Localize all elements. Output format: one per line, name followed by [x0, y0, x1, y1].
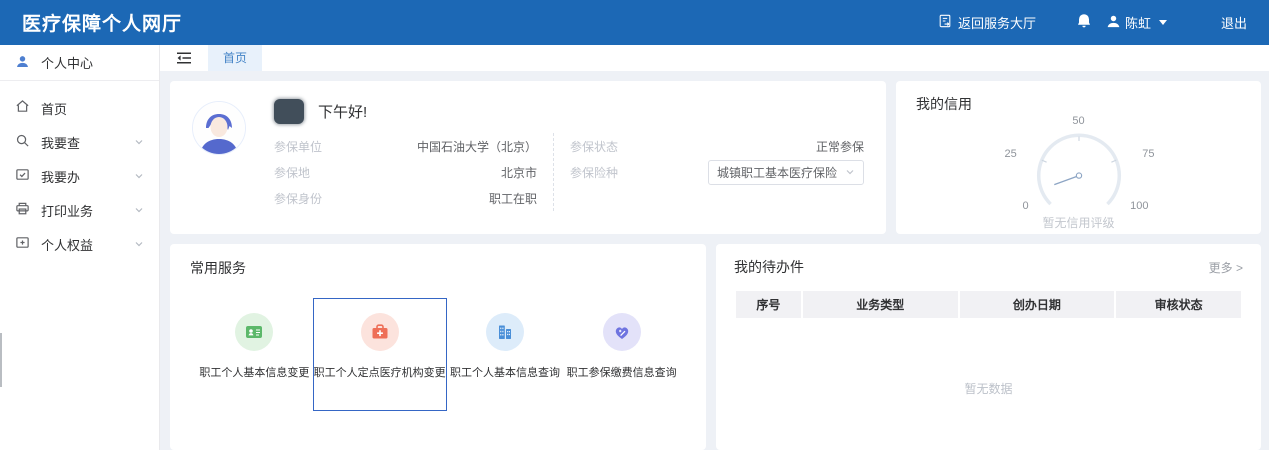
field-label: 参保地 [274, 164, 310, 181]
id-card-icon [235, 313, 273, 351]
select-value: 城镇职工基本医疗保险 [717, 164, 837, 181]
chevron-down-icon [134, 171, 144, 181]
service-label: 职工个人定点医疗机构变更 [314, 364, 446, 380]
person-icon [15, 54, 30, 72]
notifications-button[interactable] [1076, 13, 1092, 32]
todos-card: 我的待办件 更多 > 序号 业务类型 创办日期 审核状态 [716, 244, 1261, 450]
todos-table: 序号 业务类型 创办日期 审核状态 [734, 291, 1243, 318]
services-card: 常用服务 职工个人基本信息变更 职工个人定点医疗机构变更 [170, 244, 706, 450]
logout-label: 退出 [1221, 13, 1247, 32]
field-value: 北京市 [501, 164, 537, 181]
printer-icon [15, 201, 30, 219]
return-hall-label: 返回服务大厅 [958, 13, 1036, 32]
chevron-down-icon [134, 205, 144, 215]
field-insurance-type: 参保险种 城镇职工基本医疗保险 [570, 159, 864, 185]
field-value: 正常参保 [816, 138, 864, 155]
greeting-text: 下午好! [318, 101, 367, 122]
heart-check-icon [603, 313, 641, 351]
tab-home[interactable]: 首页 [208, 45, 262, 71]
sidebar-item-label: 打印业务 [41, 201, 93, 220]
service-label: 职工参保缴费信息查询 [567, 364, 677, 380]
username-redacted-blob [274, 99, 304, 124]
chevron-down-icon [134, 239, 144, 249]
collapse-sidebar-icon[interactable] [168, 45, 200, 71]
top-bar: 医疗保障个人网厅 返回服务大厅 陈虹 退出 [0, 0, 1269, 45]
services-title: 常用服务 [190, 258, 686, 278]
left-edge-scrollbar [0, 333, 2, 387]
service-item-basic-info-query[interactable]: 职工个人基本信息查询 [447, 298, 564, 411]
search-icon [15, 133, 30, 151]
sidebar-item-home[interactable]: 首页 [0, 91, 159, 125]
username: 陈虹 [1125, 13, 1151, 32]
field-insured-status: 参保状态 正常参保 [570, 133, 864, 159]
user-menu[interactable]: 陈虹 [1106, 13, 1167, 32]
sidebar-item-query[interactable]: 我要查 [0, 125, 159, 159]
folder-plus-icon [15, 235, 30, 253]
sidebar-item-label: 首页 [41, 99, 67, 118]
column-header-status: 审核状态 [1116, 291, 1241, 318]
sidebar-item-handle[interactable]: 我要办 [0, 159, 159, 193]
insurance-type-select[interactable]: 城镇职工基本医疗保险 [708, 160, 864, 185]
sidebar: 个人中心 首页 我要查 我要办 [0, 45, 160, 450]
field-label: 参保单位 [274, 138, 322, 155]
folder-check-icon [15, 167, 30, 185]
gauge-chart [979, 116, 1179, 208]
sidebar-item-print[interactable]: 打印业务 [0, 193, 159, 227]
field-insured-unit: 参保单位 中国石油大学（北京） [274, 133, 537, 159]
gauge-tick-25: 25 [1005, 148, 1017, 160]
chevron-down-icon [845, 167, 855, 177]
gauge-tick-100: 100 [1130, 200, 1148, 212]
service-item-basic-info-change[interactable]: 职工个人基本信息变更 [196, 298, 313, 411]
buildings-icon [486, 313, 524, 351]
field-insured-identity: 参保身份 职工在职 [274, 185, 537, 211]
column-header-no: 序号 [736, 291, 801, 318]
app-title: 医疗保障个人网厅 [22, 9, 182, 36]
sidebar-item-personal-center[interactable]: 个人中心 [0, 45, 159, 81]
credit-card: 我的信用 0 25 [896, 81, 1261, 234]
service-item-medical-org-change[interactable]: 职工个人定点医疗机构变更 [313, 298, 447, 411]
logout-button[interactable]: 退出 [1221, 13, 1247, 32]
service-item-payment-info-query[interactable]: 职工参保缴费信息查询 [563, 298, 680, 411]
credit-empty-text: 暂无信用评级 [916, 214, 1241, 231]
service-label: 职工个人基本信息变更 [199, 364, 309, 380]
profile-card: 下午好! 参保单位 中国石油大学（北京） 参保地 北京市 [170, 81, 886, 234]
column-header-type: 业务类型 [803, 291, 958, 318]
credit-title: 我的信用 [916, 94, 1241, 114]
field-label: 参保险种 [570, 164, 618, 181]
top-bar-right: 返回服务大厅 陈虹 退出 [938, 13, 1247, 32]
field-label: 参保身份 [274, 190, 322, 207]
todos-empty-text: 暂无数据 [734, 380, 1243, 397]
credit-gauge: 0 25 50 75 100 [979, 116, 1179, 208]
sidebar-item-rights[interactable]: 个人权益 [0, 227, 159, 261]
gauge-tick-0: 0 [1023, 200, 1029, 212]
sidebar-item-label: 我要查 [41, 133, 80, 152]
first-aid-kit-icon [361, 313, 399, 351]
chevron-down-icon [134, 137, 144, 147]
gauge-tick-50: 50 [1072, 115, 1084, 127]
field-label: 参保状态 [570, 138, 618, 155]
field-insured-place: 参保地 北京市 [274, 159, 537, 185]
sidebar-item-label: 个人权益 [41, 235, 93, 254]
document-exit-icon [938, 14, 952, 31]
todos-title: 我的待办件 [734, 257, 804, 277]
bell-icon [1076, 13, 1092, 32]
field-value: 职工在职 [489, 190, 537, 207]
home-icon [15, 99, 30, 117]
chevron-down-icon [1159, 20, 1167, 25]
return-hall-button[interactable]: 返回服务大厅 [938, 13, 1036, 32]
more-link[interactable]: 更多 > [1209, 259, 1243, 276]
sidebar-item-label: 我要办 [41, 167, 80, 186]
field-value: 中国石油大学（北京） [417, 138, 537, 155]
avatar [192, 101, 246, 155]
tab-bar: 首页 [160, 45, 1269, 71]
gauge-tick-75: 75 [1142, 148, 1154, 160]
service-label: 职工个人基本信息查询 [450, 364, 560, 380]
column-header-date: 创办日期 [960, 291, 1115, 318]
user-icon [1106, 14, 1121, 32]
sidebar-item-label: 个人中心 [41, 53, 93, 72]
